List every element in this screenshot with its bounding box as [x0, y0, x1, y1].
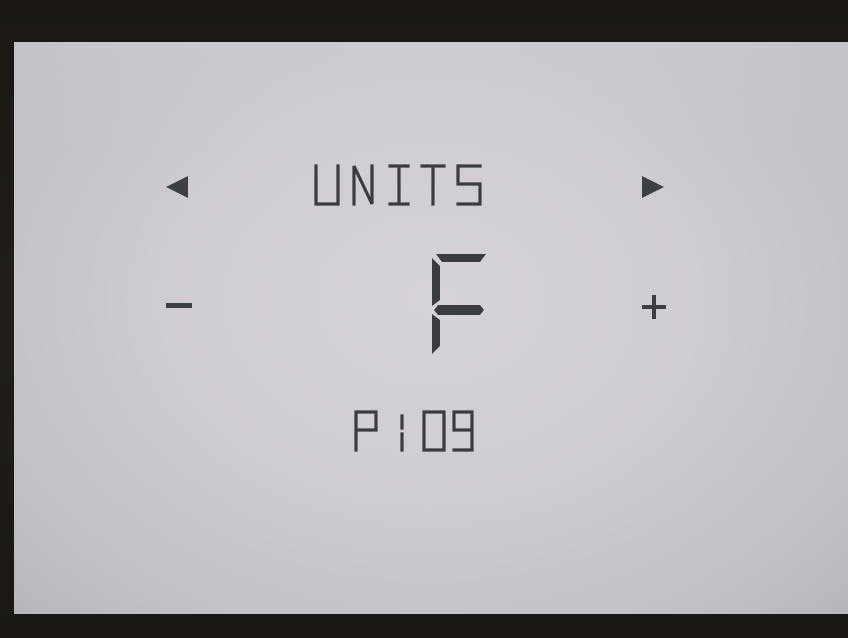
next-menu-icon[interactable] [642, 176, 664, 198]
decrement-button[interactable]: − [166, 303, 192, 308]
lcd-display: UNITS − + F [14, 42, 848, 614]
menu-title-text: UNITS [14, 42, 15, 43]
menu-title [314, 164, 482, 206]
parameter-code-text: P109 [14, 42, 15, 43]
current-value-text: F [14, 42, 15, 43]
increment-button[interactable]: + [642, 295, 666, 319]
parameter-code [354, 410, 474, 452]
decrement-label: − [166, 303, 167, 304]
device-bezel: UNITS − + F [0, 0, 848, 638]
increment-label: + [642, 295, 643, 296]
current-value [432, 254, 486, 354]
previous-menu-icon[interactable] [166, 176, 188, 198]
